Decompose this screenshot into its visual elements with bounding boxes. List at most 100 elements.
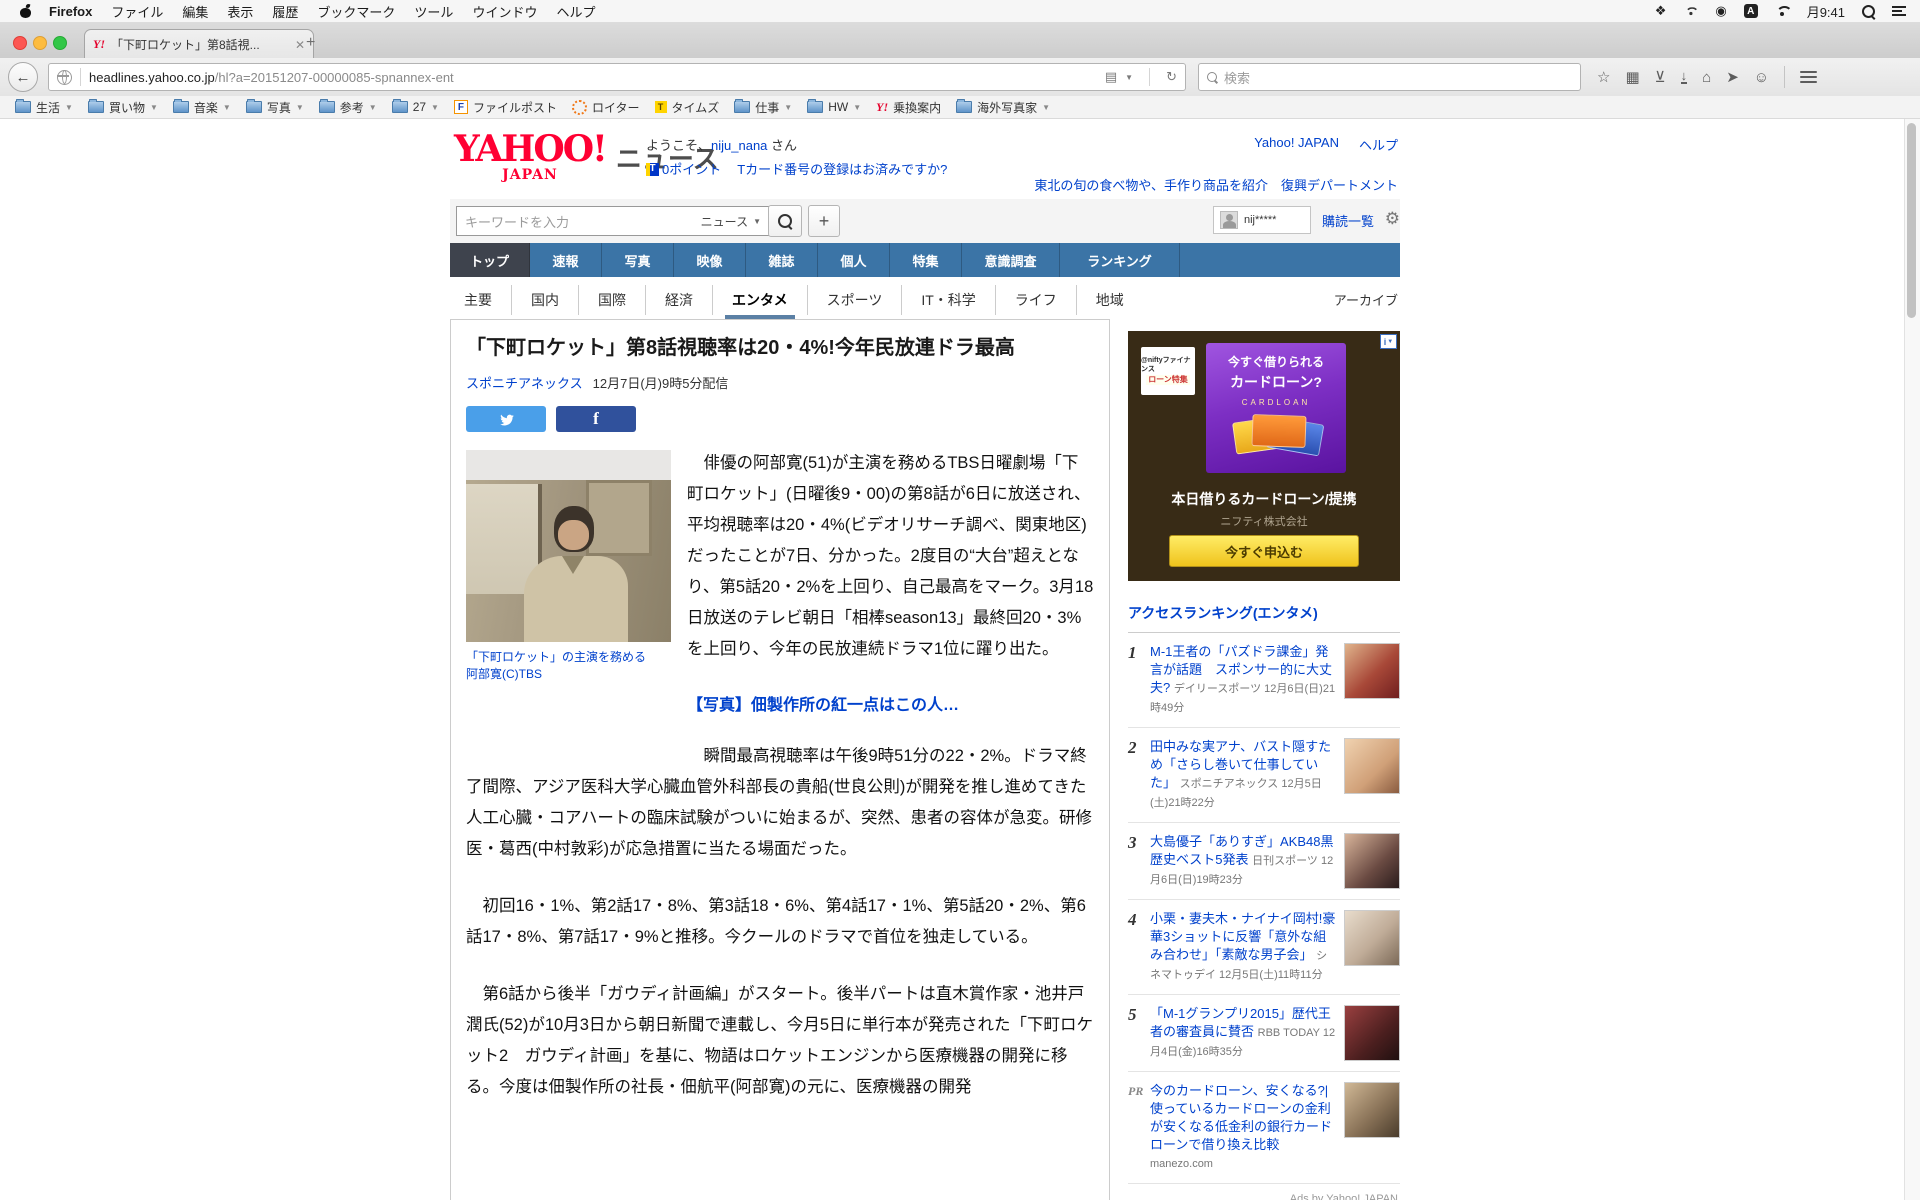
tcard-link[interactable]: Tカード番号の登録はお済みですか? [737, 159, 947, 178]
menu-hamburger-icon[interactable] [1800, 68, 1817, 86]
bookmark-folder-work[interactable]: 仕事▼ [734, 99, 792, 116]
subnav-sports[interactable]: スポーツ [807, 285, 902, 315]
ranking-link[interactable]: 小栗・妻夫木・ナイナイ岡村!豪華3ショットに反響「意外な組み合わせ」「素敵な男子… [1150, 911, 1335, 962]
keyword-search-input[interactable]: キーワードを入力 ニュース▼ [456, 206, 770, 236]
bookmark-filepost[interactable]: Fファイルポスト [454, 99, 557, 116]
menubar-item-window[interactable]: ウインドウ [472, 2, 537, 21]
downloads-icon[interactable]: ↓ [1681, 70, 1688, 84]
input-source-icon[interactable]: A [1744, 4, 1758, 18]
menubar-item-edit[interactable]: 編集 [182, 2, 208, 21]
notification-center-icon[interactable] [1892, 4, 1906, 18]
subnav-kokusai[interactable]: 国際 [578, 285, 645, 315]
site-identity-globe-icon[interactable] [57, 70, 72, 85]
menubar-item-view[interactable]: 表示 [227, 2, 253, 21]
facebook-share-button[interactable]: f [556, 406, 636, 432]
menubar-item-bookmarks[interactable]: ブックマーク [317, 2, 395, 21]
reload-icon[interactable]: ↻ [1166, 69, 1177, 85]
tab-shashin[interactable]: 写真 [602, 243, 674, 277]
hello-smiley-icon[interactable]: ☺ [1754, 69, 1769, 86]
back-button[interactable]: ← [8, 62, 38, 92]
archive-link[interactable]: アーカイブ [1334, 290, 1398, 309]
bookmark-folder-life[interactable]: 生活▼ [15, 99, 73, 116]
menubar-clock[interactable]: 月9:41 [1807, 2, 1845, 21]
menubar-item-firefox[interactable]: Firefox [49, 4, 92, 19]
zoom-window-button[interactable] [53, 36, 67, 50]
search-scope-dropdown[interactable]: ニュース▼ [701, 213, 761, 230]
bookmark-folder-reference[interactable]: 参考▼ [319, 99, 377, 116]
twitter-share-button[interactable] [466, 406, 546, 432]
source-link[interactable]: スポニチアネックス [466, 373, 583, 392]
ranking-thumbnail[interactable] [1344, 1082, 1400, 1138]
promo-link[interactable]: 東北の旬の食べ物や、手作り商品を紹介 復興デパートメント [1034, 178, 1398, 193]
reader-dropdown-icon[interactable]: ▼ [1125, 73, 1133, 82]
subnav-it-science[interactable]: IT・科学 [901, 285, 994, 315]
article-photo[interactable] [466, 450, 671, 642]
menubar-item-file[interactable]: ファイル [111, 2, 163, 21]
bookmark-folder-overseas[interactable]: 海外写真家▼ [956, 99, 1050, 116]
subnav-chiiki[interactable]: 地域 [1076, 285, 1143, 315]
menubar-item-history[interactable]: 履歴 [272, 2, 298, 21]
bookmark-folder-27[interactable]: 27▼ [392, 100, 439, 114]
ranking-thumbnail[interactable] [1344, 833, 1400, 889]
tab-tokushu[interactable]: 特集 [890, 243, 962, 277]
username-link[interactable]: niju_nana [711, 138, 767, 153]
bookmark-folder-hw[interactable]: HW▼ [807, 100, 861, 114]
url-bar[interactable]: headlines.yahoo.co.jp/hl?a=20151207-0000… [48, 63, 1186, 91]
minimize-window-button[interactable] [33, 36, 47, 50]
wifi-icon[interactable] [1775, 6, 1790, 17]
bookmark-folder-shopping[interactable]: 買い物▼ [88, 99, 158, 116]
bookmark-folder-photo[interactable]: 写真▼ [246, 99, 304, 116]
tab-top[interactable]: トップ [450, 243, 530, 277]
subnav-keizai[interactable]: 経済 [645, 285, 712, 315]
dropbox-icon[interactable]: ❖ [1655, 3, 1667, 19]
subnav-kokunai[interactable]: 国内 [511, 285, 578, 315]
pocket-icon[interactable]: ⊻ [1655, 68, 1666, 86]
subnav-shuyo[interactable]: 主要 [450, 285, 511, 315]
share-icon[interactable]: ➤ [1726, 68, 1739, 86]
ranking-link[interactable]: 今のカードローン、安くなる?|使っているカードローンの金利が安くなる低金利の銀行… [1150, 1083, 1332, 1152]
browser-search-field[interactable]: 検索 [1198, 63, 1581, 91]
gear-icon[interactable]: ⚙ [1385, 209, 1400, 229]
tab-eizo[interactable]: 映像 [674, 243, 746, 277]
browser-tab[interactable]: Y! 「下町ロケット」第8話視... ✕ [84, 29, 314, 59]
ranking-thumbnail[interactable] [1344, 1005, 1400, 1061]
subscriptions-link[interactable]: 購読一覧 [1322, 211, 1374, 230]
ranking-thumbnail[interactable] [1344, 738, 1400, 794]
creative-cloud-icon[interactable]: ◉ [1715, 3, 1726, 19]
add-tab-button[interactable]: + [808, 205, 840, 237]
subnav-entame[interactable]: エンタメ [712, 285, 807, 315]
tab-zasshi[interactable]: 雑誌 [746, 243, 818, 277]
bookmark-folder-music[interactable]: 音楽▼ [173, 99, 231, 116]
tab-close-icon[interactable]: ✕ [295, 38, 305, 52]
tab-ishikichosa[interactable]: 意識調査 [962, 243, 1060, 277]
bookmark-times[interactable]: Tタイムズ [655, 99, 720, 116]
tab-sokuho[interactable]: 速報 [530, 243, 602, 277]
bookmark-star-icon[interactable]: ☆ [1597, 68, 1610, 86]
new-tab-button[interactable]: + [306, 35, 315, 51]
addon-panel-icon[interactable]: ▦ [1625, 68, 1639, 86]
home-icon[interactable]: ⌂ [1702, 69, 1711, 86]
close-window-button[interactable] [13, 36, 27, 50]
window-scrollbar[interactable] [1904, 119, 1920, 1200]
ad-info-icon[interactable]: i▼ [1380, 334, 1397, 349]
ranking-thumbnail[interactable] [1344, 643, 1400, 699]
yahoo-japan-link[interactable]: Yahoo! JAPAN [1254, 135, 1339, 154]
help-link[interactable]: ヘルプ [1359, 135, 1398, 154]
menubar-item-help[interactable]: ヘルプ [556, 2, 595, 21]
ad-apply-button[interactable]: 今すぐ申込む [1169, 535, 1359, 567]
reader-mode-icon[interactable]: ▤ [1105, 69, 1117, 85]
tpoint-link[interactable]: 0ポイント [646, 159, 721, 178]
bookmark-transit[interactable]: Y!乗換案内 [876, 99, 941, 116]
spotlight-icon[interactable] [1862, 5, 1875, 18]
tab-ranking[interactable]: ランキング [1060, 243, 1180, 277]
subnav-life[interactable]: ライフ [995, 285, 1076, 315]
photo-caption[interactable]: 「下町ロケット」の主演を務める阿部寛(C)TBS [466, 649, 671, 683]
tab-kojin[interactable]: 個人 [818, 243, 890, 277]
apple-menu-icon[interactable] [19, 5, 32, 18]
user-account-box[interactable]: nij***** [1213, 206, 1311, 234]
ranking-thumbnail[interactable] [1344, 910, 1400, 966]
trackpad-icon[interactable] [1685, 7, 1697, 16]
scrollbar-thumb[interactable] [1907, 123, 1916, 318]
menubar-item-tools[interactable]: ツール [414, 2, 453, 21]
ad-banner[interactable]: i▼ @niftyファイナンス ローン特集 今すぐ借りられる カードローン? C… [1128, 331, 1400, 581]
